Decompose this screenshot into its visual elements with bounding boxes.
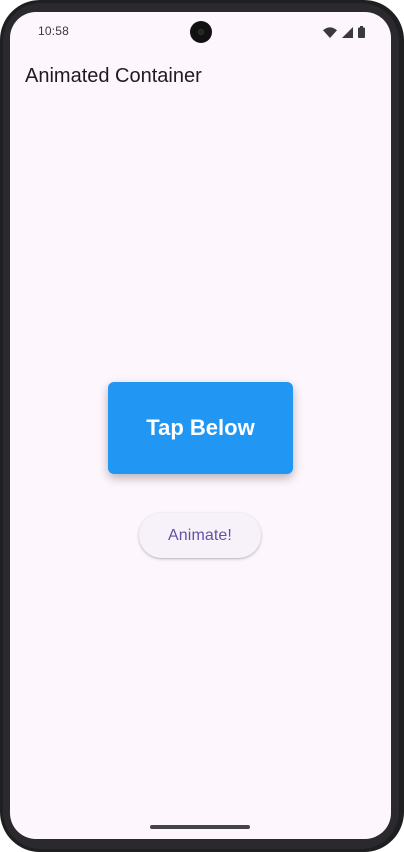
animated-container: Tap Below	[108, 382, 293, 474]
battery-icon	[358, 26, 365, 38]
app-bar: Animated Container	[10, 50, 391, 102]
animate-button[interactable]: Animate!	[139, 513, 261, 558]
wifi-icon	[323, 26, 337, 38]
phone-frame: 10:58 Animated Container Tap Below Anima…	[0, 0, 404, 852]
gesture-navigation-handle[interactable]	[150, 825, 250, 829]
status-icons	[323, 26, 365, 38]
animated-container-text: Tap Below	[146, 415, 255, 440]
page-title: Animated Container	[25, 65, 202, 87]
status-time: 10:58	[38, 24, 70, 38]
app-screen: 10:58 Animated Container Tap Below Anima…	[10, 12, 391, 839]
front-camera	[190, 21, 212, 43]
animate-button-label: Animate!	[168, 526, 232, 544]
cellular-signal-icon	[342, 26, 353, 38]
status-bar: 10:58	[10, 12, 391, 50]
